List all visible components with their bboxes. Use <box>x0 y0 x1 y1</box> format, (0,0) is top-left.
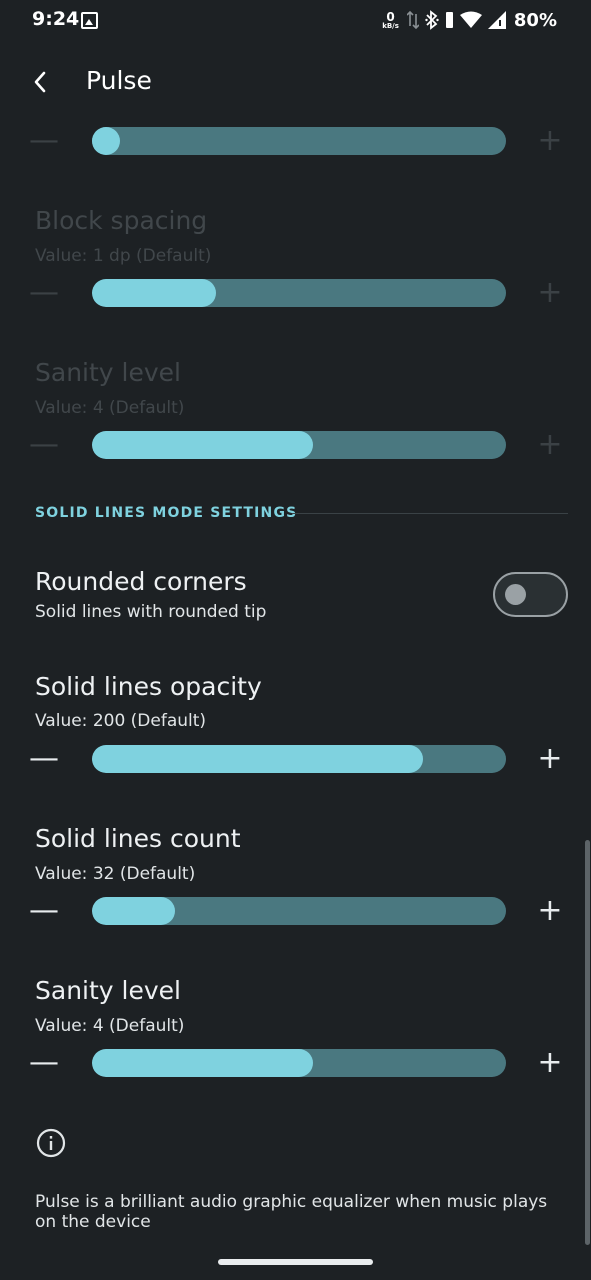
slider-fill <box>92 431 314 459</box>
status-bar: 9:24 0 kB/s 80% <box>0 0 591 42</box>
slider-track[interactable] <box>92 431 506 459</box>
rounded-corners-subtitle: Solid lines with rounded tip <box>35 602 267 622</box>
increment-button[interactable]: + <box>530 273 570 313</box>
status-time: 9:24 <box>32 8 80 30</box>
block-spacing-slider[interactable]: — + <box>0 273 591 313</box>
battery-icon <box>445 12 453 28</box>
slider-fill <box>92 745 424 773</box>
decrement-button[interactable]: — <box>24 1043 64 1083</box>
image-icon <box>81 12 98 29</box>
decrement-button[interactable]: — <box>24 891 64 931</box>
decrement-button[interactable]: — <box>24 739 64 779</box>
increment-button[interactable]: + <box>530 425 570 465</box>
count-title: Solid lines count <box>35 824 241 853</box>
decrement-button[interactable]: — <box>24 121 64 161</box>
network-speed-unit: kB/s <box>382 21 399 30</box>
info-icon <box>36 1128 66 1158</box>
sanity-level-title: Sanity level <box>35 976 181 1005</box>
signal-icon <box>487 11 506 29</box>
back-button[interactable] <box>22 64 58 100</box>
sanity-level-title-disabled: Sanity level <box>35 358 181 387</box>
block-spacing-title: Block spacing <box>35 206 208 235</box>
toggle-knob <box>505 584 526 605</box>
section-header-solid-lines: SOLID LINES MODE SETTINGS <box>35 505 298 521</box>
network-speed-value: 0 <box>386 9 395 24</box>
chevron-left-icon <box>34 71 46 93</box>
slider-track[interactable] <box>92 897 506 925</box>
data-arrows-icon <box>406 10 419 30</box>
decrement-button[interactable]: — <box>24 273 64 313</box>
top-slider[interactable]: — + <box>0 121 591 161</box>
section-divider <box>292 513 568 514</box>
wifi-icon <box>459 11 482 28</box>
about-description: Pulse is a brilliant audio graphic equal… <box>35 1192 548 1232</box>
sanity-level-slider-disabled[interactable]: — + <box>0 425 591 465</box>
increment-button[interactable]: + <box>530 121 570 161</box>
status-icons: 0 kB/s 80% <box>382 8 557 32</box>
opacity-value: Value: 200 (Default) <box>35 711 207 731</box>
rounded-corners-title: Rounded corners <box>35 567 247 596</box>
rounded-corners-toggle[interactable] <box>493 572 568 617</box>
slider-fill <box>92 1049 314 1077</box>
opacity-title: Solid lines opacity <box>35 672 262 701</box>
slider-thumb[interactable] <box>92 127 120 155</box>
decrement-button[interactable]: — <box>24 425 64 465</box>
home-indicator[interactable] <box>218 1259 373 1265</box>
slider-track[interactable] <box>92 745 506 773</box>
slider-fill <box>92 897 175 925</box>
increment-button[interactable]: + <box>530 739 570 779</box>
increment-button[interactable]: + <box>530 891 570 931</box>
sanity-level-value: Value: 4 (Default) <box>35 1016 185 1036</box>
app-bar: Pulse <box>0 42 591 122</box>
count-value: Value: 32 (Default) <box>35 864 196 884</box>
pulse-settings-screen: 9:24 0 kB/s 80% Pulse — + Block spacing … <box>0 0 591 1280</box>
page-title: Pulse <box>86 66 152 95</box>
block-spacing-value: Value: 1 dp (Default) <box>35 246 212 266</box>
slider-track[interactable] <box>92 1049 506 1077</box>
increment-button[interactable]: + <box>530 1043 570 1083</box>
sanity-level-value-disabled: Value: 4 (Default) <box>35 398 185 418</box>
slider-fill <box>92 279 217 307</box>
slider-track[interactable] <box>92 279 506 307</box>
count-slider[interactable]: — + <box>0 891 591 931</box>
scrollbar[interactable] <box>585 840 590 1245</box>
opacity-slider[interactable]: — + <box>0 739 591 779</box>
sanity-level-slider[interactable]: — + <box>0 1043 591 1083</box>
network-speed: 0 kB/s <box>382 11 399 30</box>
slider-track[interactable] <box>92 127 506 155</box>
battery-percentage: 80% <box>513 9 557 31</box>
bluetooth-icon <box>425 10 439 30</box>
